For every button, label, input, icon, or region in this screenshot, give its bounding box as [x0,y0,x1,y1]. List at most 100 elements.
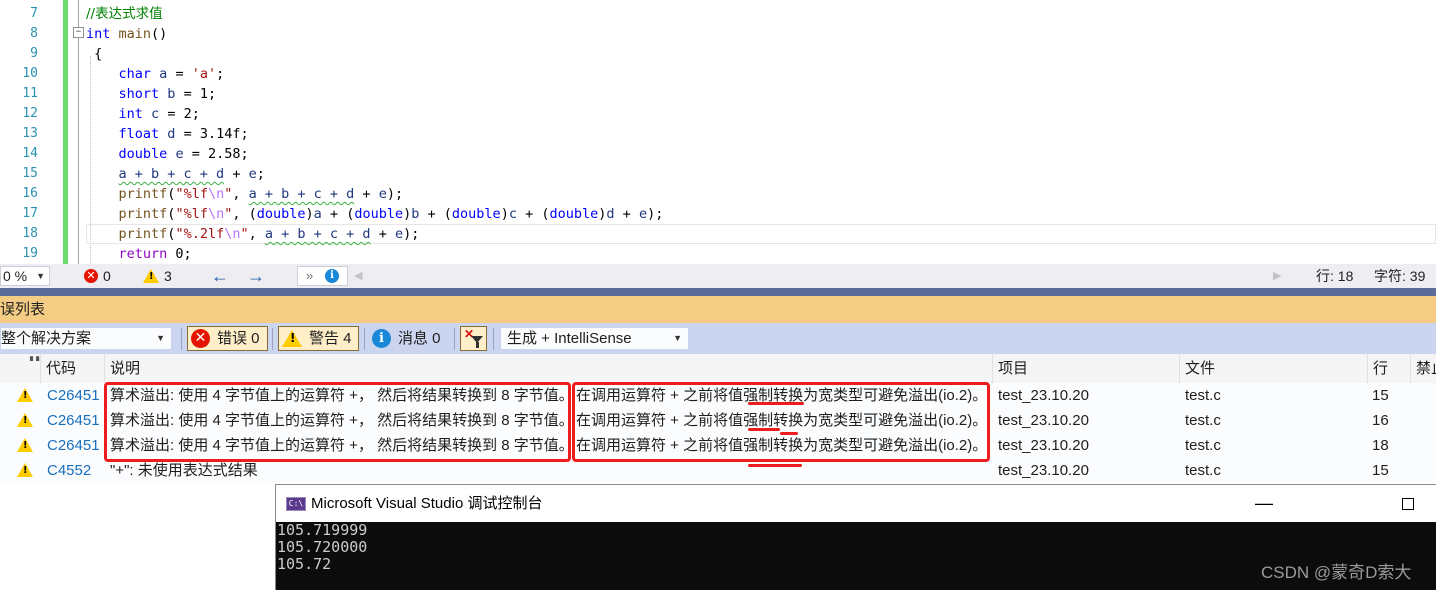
info-icon: i [325,269,339,283]
scroll-right-icon[interactable]: ▶ [1273,264,1281,288]
column-header-suppress[interactable]: 禁止 [1410,354,1436,383]
vs-screenshot: − 7//表达式求值 8 int main() 9 {10 char a = 'a';… [0,0,1436,590]
code-token: e [378,186,387,202]
warning-count: 3 [164,268,172,284]
code-line[interactable]: 12 int c = 2; [0,104,1436,124]
code-token: c [508,206,517,222]
maximize-button[interactable] [1402,498,1414,510]
code-token: \n [207,186,225,202]
messages-filter-button[interactable]: i 消息 0 [372,326,441,351]
error-list-toolbar: 整个解决方案 ▼ ✕ 错误 0 警告 4 i 消息 0 ✕ 生成 + Intel… [0,323,1436,354]
column-header-project[interactable]: 项目 [992,354,1179,383]
zoom-level-dropdown[interactable]: 0 % ▼ [0,266,50,286]
scroll-left-icon[interactable]: ◀ [354,264,362,288]
code-token: float [118,126,160,142]
error-code-link[interactable]: C26451 [47,433,107,458]
code-token: ; [216,66,225,82]
code-line[interactable]: 15 a + b + c + d + e; [0,164,1436,184]
code-token: + ( [321,206,355,222]
warnings-filter-label: 警告 4 [309,330,352,347]
console-app-icon: C:\ [286,497,306,511]
code-token: \n [207,206,225,222]
code-token: = 2.58; [183,146,249,162]
console-title-bar[interactable]: C:\ Microsoft Visual Studio 调试控制台 — [276,485,1436,522]
code-token: char [118,66,152,82]
health-indicator-button[interactable]: » i [297,266,348,286]
code-token: + ( [419,206,452,222]
toolbar-divider [454,328,455,350]
code-token: int [118,106,143,122]
toolbar-divider [364,328,365,350]
errors-filter-button[interactable]: ✕ 错误 0 [187,326,268,351]
error-count: 0 [103,268,111,284]
zoom-level-value: 0 % [3,268,28,284]
warning-count-indicator[interactable]: 3 [143,264,172,288]
panel-splitter[interactable] [0,288,1436,296]
error-list-title-bar: 误列表 [0,296,1436,323]
code-token: + ( [516,206,550,222]
code-text: int main() [86,24,167,44]
code-token: ; [256,166,265,182]
code-token: d [606,206,615,222]
scope-dropdown[interactable]: 整个解决方案 ▼ [0,327,172,350]
code-line[interactable]: 13 float d = 3.14f; [0,124,1436,144]
chevron-right-icon: » [306,268,314,283]
column-header-severity[interactable]: ▘▘ [0,354,42,383]
navigate-back-icon[interactable]: ← [211,264,229,288]
error-code-link[interactable]: C4552 [47,458,107,483]
line-number: 17 [22,206,38,221]
code-line[interactable]: 11 short b = 1; [0,84,1436,104]
code-line[interactable]: 7 //表达式求值 [0,4,1436,24]
error-code-link[interactable]: C26451 [47,383,107,408]
code-text: float d = 3.14f; [86,124,249,144]
clear-filter-button[interactable]: ✕ [460,326,487,351]
code-line[interactable]: 18 printf("%.2lf\n", a + b + c + d + e); [0,224,1436,244]
code-token: = 1; [175,86,217,102]
code-token: main [118,26,152,42]
annotation-underline [748,402,804,405]
code-token: a [313,206,322,222]
column-header-line[interactable]: 行 [1367,354,1410,383]
code-line[interactable]: 14 double e = 2.58; [0,144,1436,164]
code-text: a + b + c + d + e; [86,164,265,184]
line-number: 9 [30,46,38,61]
watermark: CSDN @蒙奇D索大 [1261,563,1412,582]
error-line: 18 [1372,437,1389,454]
error-count-indicator[interactable]: ✕ 0 [84,264,111,288]
source-dropdown[interactable]: 生成 + IntelliSense ▼ [500,327,689,350]
code-token: , [232,186,249,202]
navigate-forward-icon[interactable]: → [247,264,265,288]
annotation-box-description-part2 [572,382,990,462]
error-code-link[interactable]: C26451 [47,408,107,433]
code-token: double [451,206,501,222]
annotation-box-description-part1 [104,382,571,462]
code-text: char a = 'a'; [86,64,225,84]
minimize-button[interactable]: — [1244,485,1284,522]
code-line[interactable]: 10 char a = 'a'; [0,64,1436,84]
code-token: ); [647,206,664,222]
editor-status-strip: 0 % ▼ ✕ 0 3 ← → » i ◀ ▶ 行: 18 字符: 39 [0,264,1436,288]
code-token: return [118,246,168,262]
code-token: printf [118,226,168,242]
code-line[interactable]: 16 printf("%lf\n", a + b + c + d + e); [0,184,1436,204]
messages-filter-label: 消息 0 [398,330,441,347]
code-editor[interactable]: − 7//表达式求值 8 int main() 9 {10 char a = 'a';… [0,0,1436,264]
code-line[interactable]: 8 int main() [0,24,1436,44]
error-project: test_23.10.20 [998,387,1089,404]
debug-console-window[interactable]: C:\ Microsoft Visual Studio 调试控制台 — 105.… [275,484,1436,590]
code-line[interactable]: 9 { [0,44,1436,64]
cursor-char: 字符: 39 [1374,268,1426,284]
error-line: 15 [1372,462,1389,479]
code-line[interactable]: 17 printf("%lf\n", (double)a + (double)b… [0,204,1436,224]
code-line[interactable]: 19 return 0; [0,244,1436,264]
code-token: 'a' [191,66,217,82]
column-header-file[interactable]: 文件 [1179,354,1367,383]
column-header-description[interactable]: 说明 [104,354,992,383]
warning-icon [17,388,33,402]
column-header-code[interactable]: 代码 [40,354,104,383]
warnings-filter-button[interactable]: 警告 4 [278,326,359,351]
